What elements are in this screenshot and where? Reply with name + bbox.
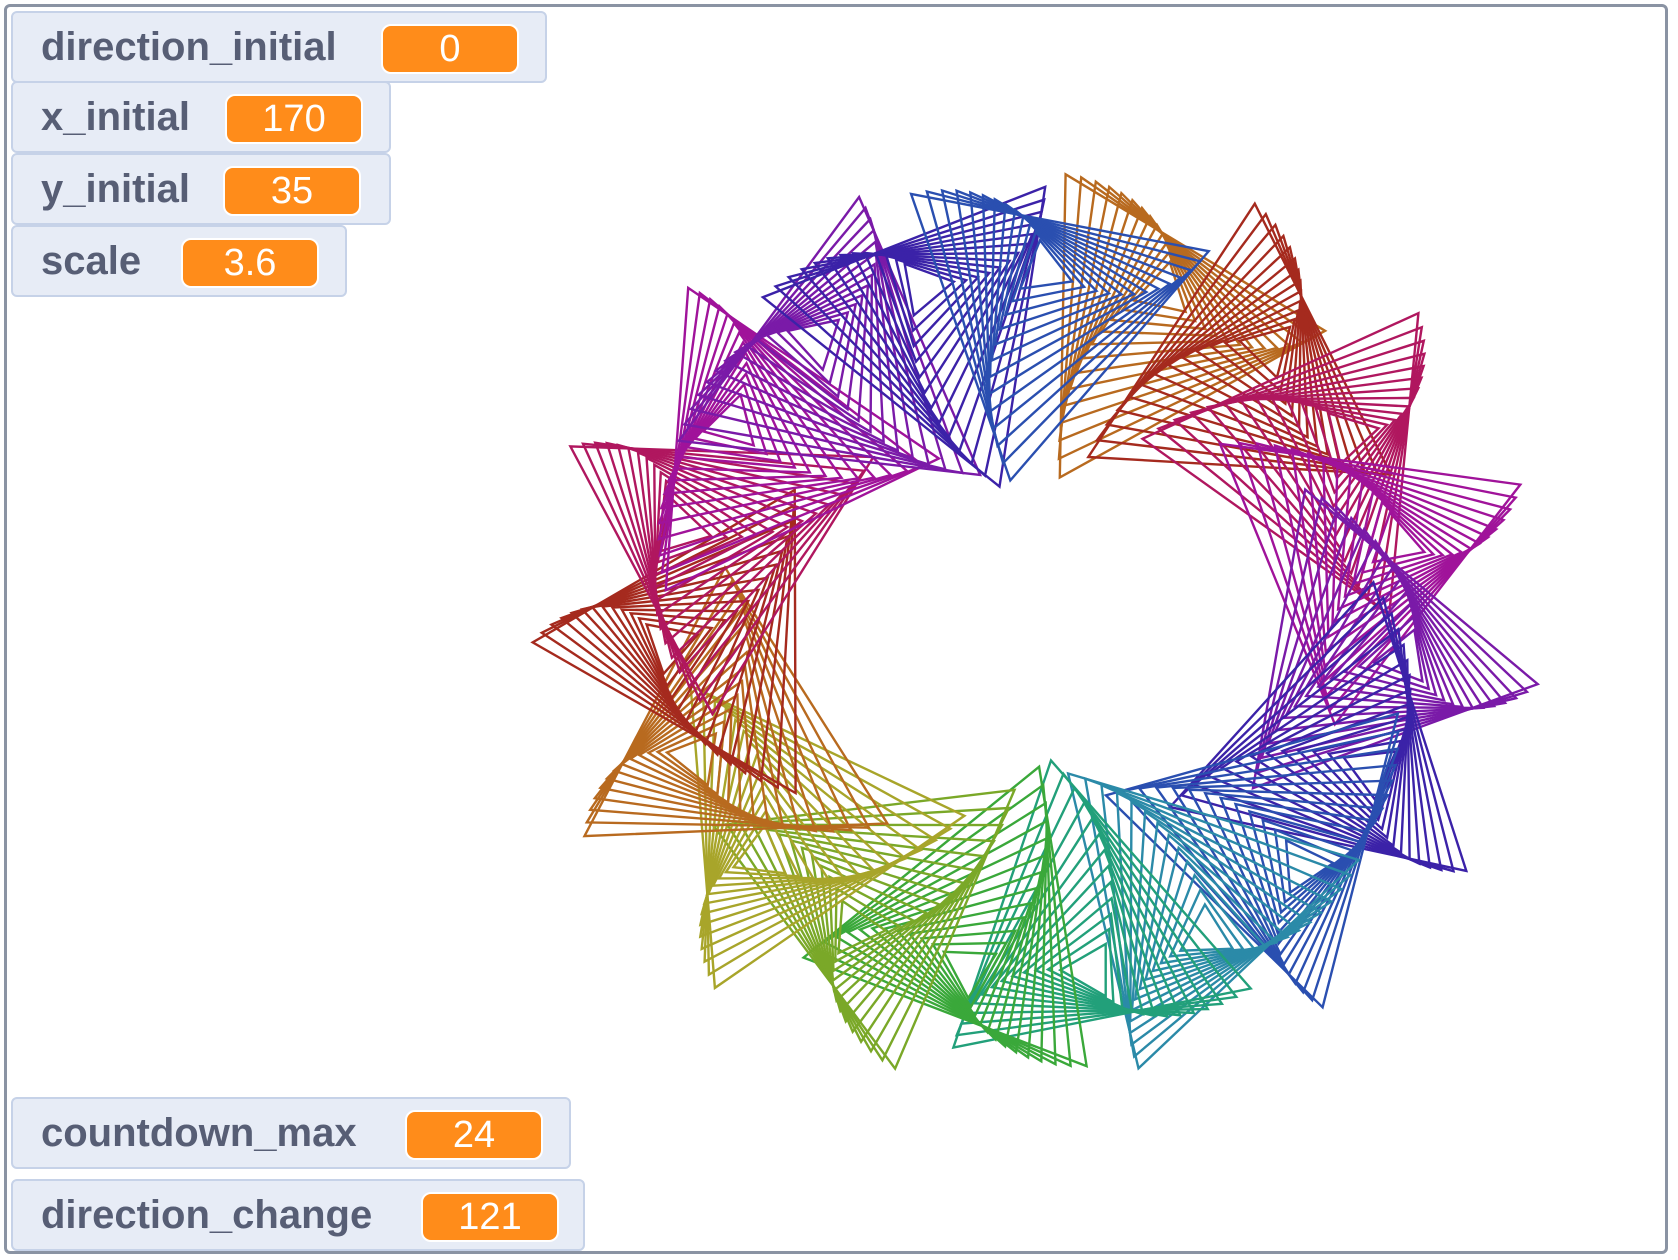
monitor-label: scale xyxy=(41,238,142,283)
monitor-label: countdown_max xyxy=(41,1110,357,1155)
monitor-direction-change[interactable]: direction_change 121 xyxy=(11,1179,585,1251)
monitor-label: direction_initial xyxy=(41,24,337,69)
monitor-y-initial[interactable]: y_initial 35 xyxy=(11,153,391,225)
monitor-value: 121 xyxy=(421,1192,559,1242)
monitor-label: direction_change xyxy=(41,1192,373,1237)
monitor-value: 24 xyxy=(405,1110,543,1160)
monitor-value: 35 xyxy=(223,166,361,216)
monitor-label: y_initial xyxy=(41,166,190,211)
triangle-stroke xyxy=(684,371,783,463)
stage: direction_initial 0 x_initial 170 y_init… xyxy=(4,4,1668,1254)
monitor-value: 170 xyxy=(225,94,363,144)
monitor-direction-initial[interactable]: direction_initial 0 xyxy=(11,11,547,83)
triangle-stroke xyxy=(903,262,957,318)
monitor-scale[interactable]: scale 3.6 xyxy=(11,225,347,297)
monitor-countdown-max[interactable]: countdown_max 24 xyxy=(11,1097,571,1169)
monitor-label: x_initial xyxy=(41,94,190,139)
monitor-x-initial[interactable]: x_initial 170 xyxy=(11,81,391,153)
monitor-value: 3.6 xyxy=(181,238,319,288)
monitor-value: 0 xyxy=(381,24,519,74)
triangle-stroke xyxy=(773,197,1046,478)
triangle-spiral xyxy=(951,758,1253,1050)
